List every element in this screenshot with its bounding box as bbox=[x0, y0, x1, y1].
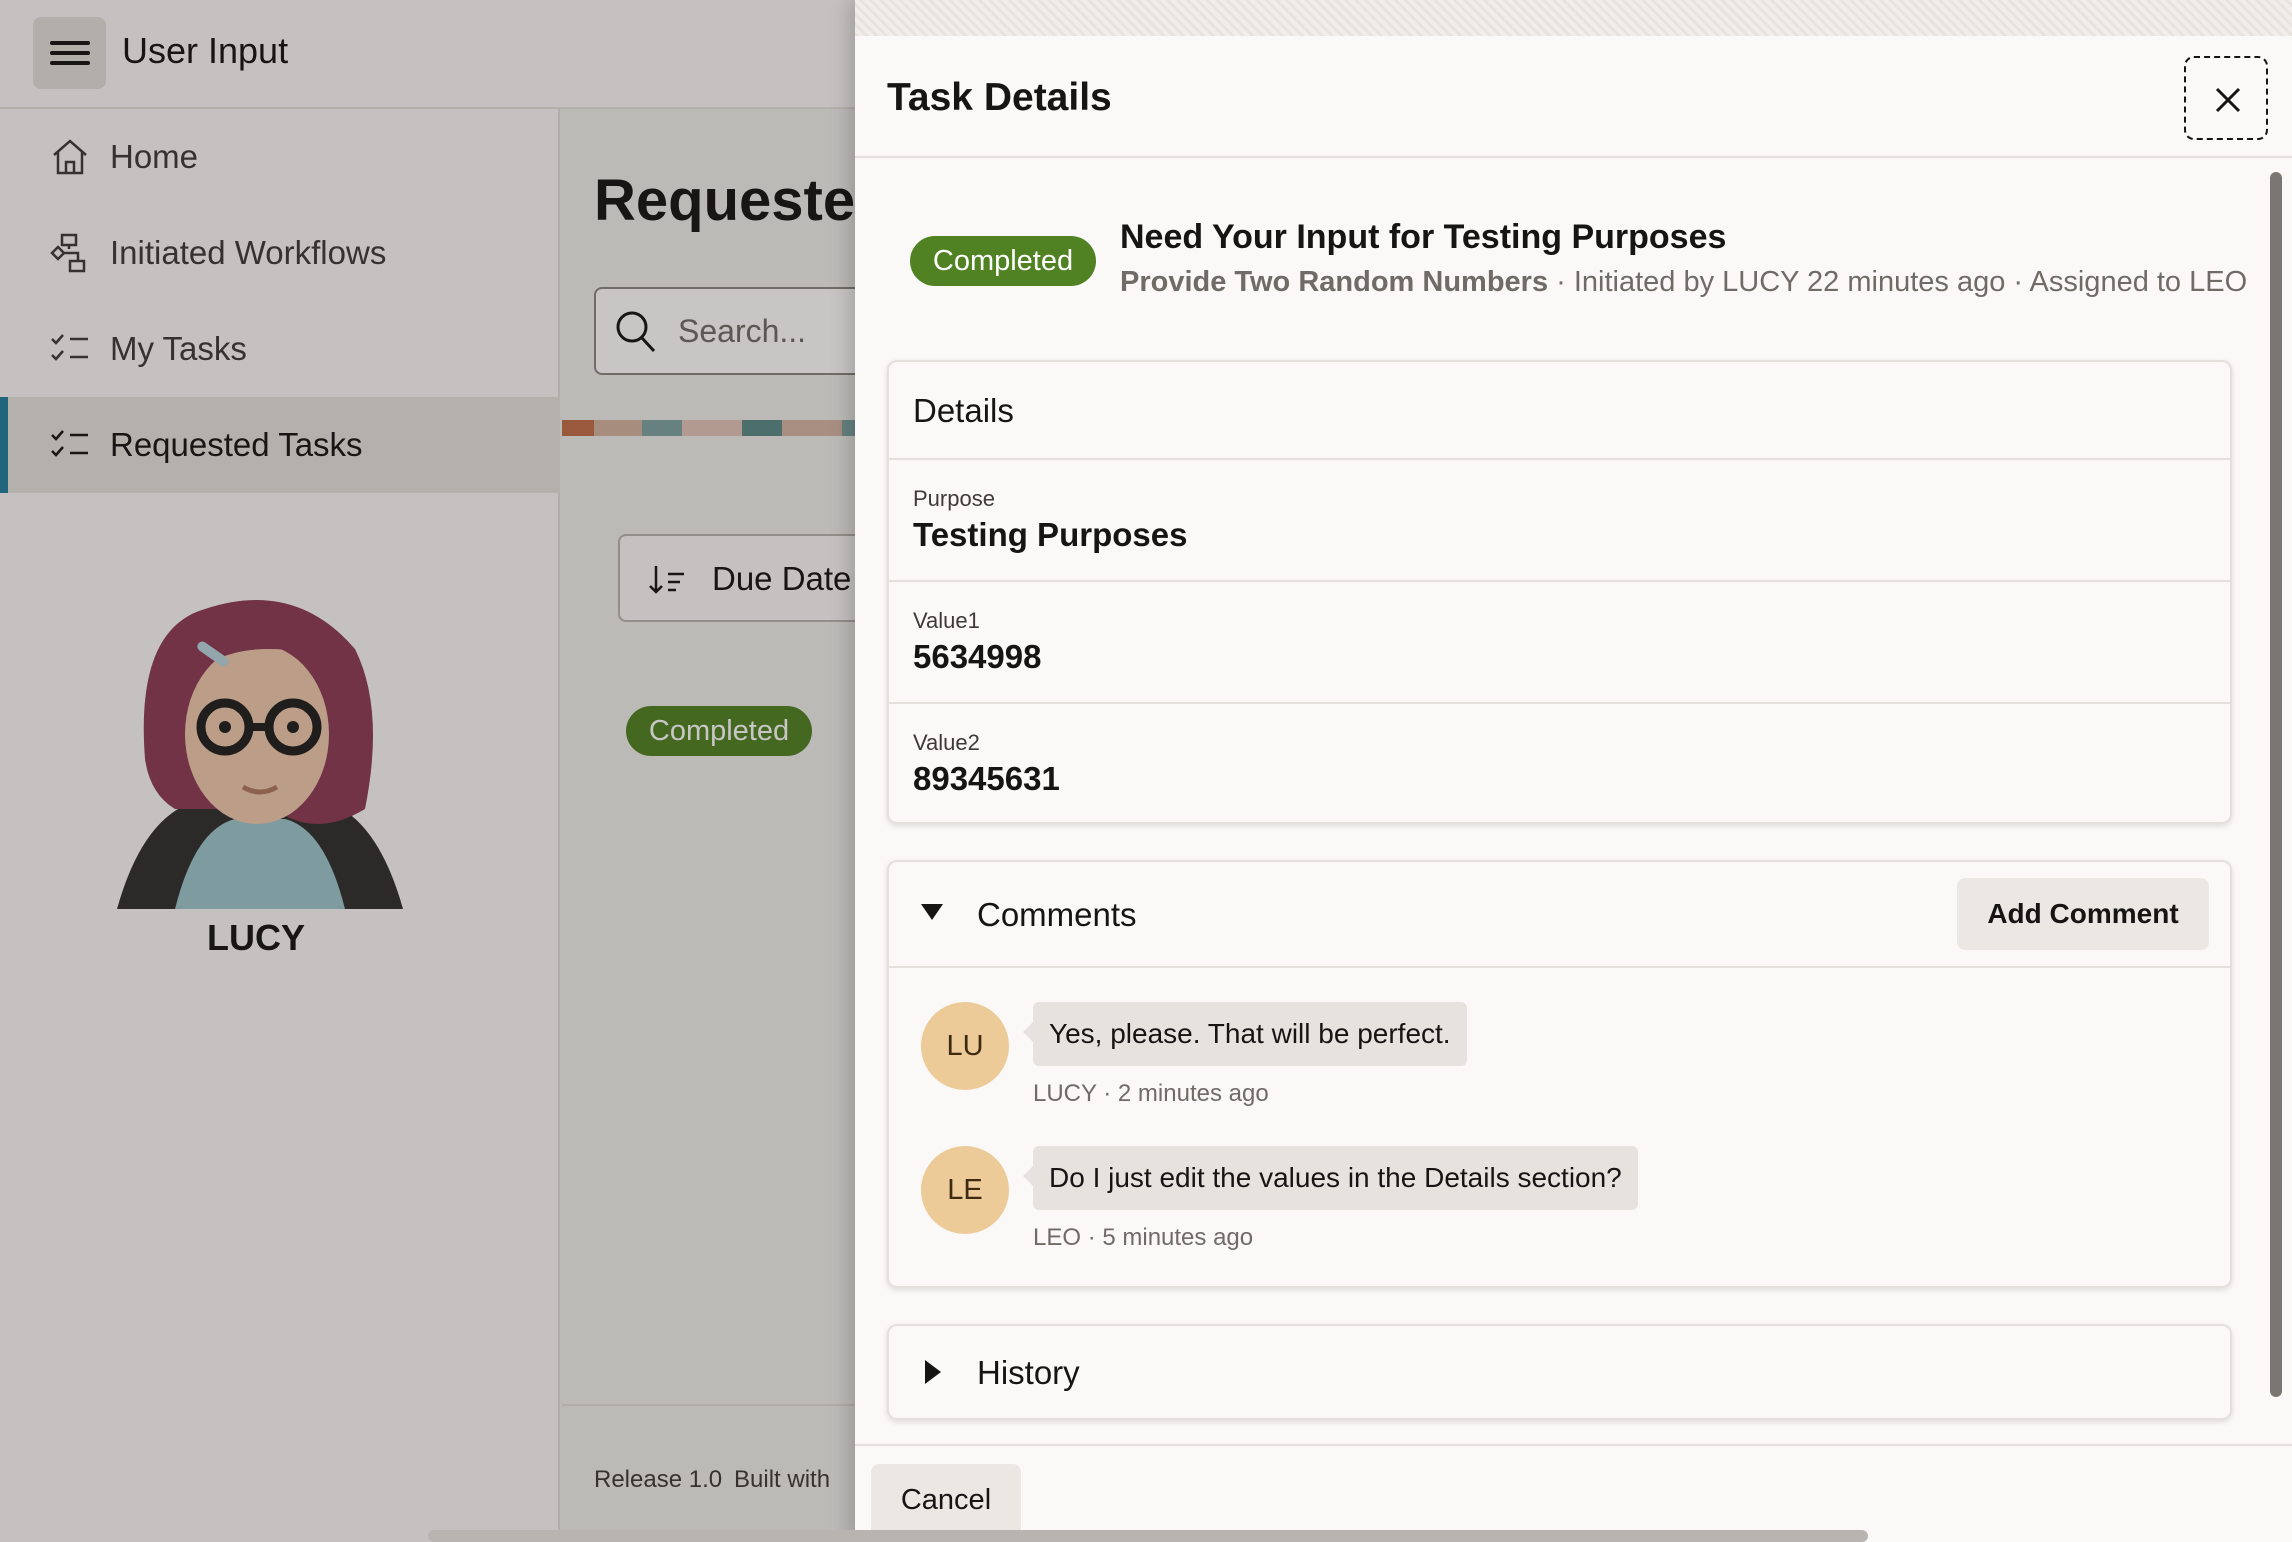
drawer-top-strip bbox=[855, 0, 2292, 36]
comment-item: LE Do I just edit the values in the Deta… bbox=[889, 1146, 2230, 1286]
drawer-header: Task Details bbox=[855, 36, 2292, 158]
drawer-title: Task Details bbox=[887, 76, 1112, 119]
detail-field-value2: Value2 89345631 bbox=[889, 702, 2230, 824]
comment-text: Do I just edit the values in the Details… bbox=[1023, 1146, 1638, 1210]
horizontal-scrollbar[interactable] bbox=[428, 1530, 1868, 1542]
workflow-name: Provide Two Random Numbers bbox=[1120, 266, 1549, 298]
drawer-footer: Cancel bbox=[855, 1444, 2292, 1542]
task-title: Need Your Input for Testing Purposes bbox=[1120, 218, 1727, 256]
avatar: LU bbox=[921, 1002, 1009, 1090]
comments-header[interactable]: Comments Add Comment bbox=[889, 862, 2230, 968]
caret-right-icon[interactable] bbox=[925, 1360, 941, 1384]
details-card: Details Purpose Testing Purposes Value1 … bbox=[887, 360, 2232, 824]
close-icon bbox=[2215, 87, 2241, 113]
drawer-body: Completed Need Your Input for Testing Pu… bbox=[855, 160, 2265, 1444]
comment-meta: LUCY · 2 minutes ago bbox=[1033, 1080, 1269, 1107]
comments-title: Comments bbox=[977, 896, 1137, 933]
field-value: Testing Purposes bbox=[913, 516, 1188, 553]
history-title: History bbox=[977, 1354, 1080, 1391]
status-badge: Completed bbox=[910, 236, 1096, 286]
caret-down-icon[interactable] bbox=[921, 904, 943, 922]
field-label: Purpose bbox=[913, 486, 995, 511]
modal-overlay[interactable] bbox=[0, 0, 855, 1542]
field-label: Value1 bbox=[913, 608, 980, 633]
task-subtitle: Provide Two Random Numbers · Initiated b… bbox=[1120, 266, 2247, 299]
comment-item: LU Yes, please. That will be perfect. LU… bbox=[889, 1002, 2230, 1142]
avatar: LE bbox=[921, 1146, 1009, 1234]
detail-field-value1: Value1 5634998 bbox=[889, 580, 2230, 702]
detail-field-purpose: Purpose Testing Purposes bbox=[889, 458, 2230, 580]
vertical-scrollbar[interactable] bbox=[2270, 172, 2282, 1397]
comments-card: Comments Add Comment LU Yes, please. Tha… bbox=[887, 860, 2232, 1288]
task-details-drawer: Task Details Completed Need Your Input f… bbox=[855, 0, 2292, 1542]
close-button[interactable] bbox=[2184, 56, 2268, 140]
field-value: 5634998 bbox=[913, 638, 1042, 675]
comment-meta: LEO · 5 minutes ago bbox=[1033, 1224, 1254, 1251]
details-title: Details bbox=[913, 392, 1014, 429]
add-comment-button[interactable]: Add Comment bbox=[1957, 878, 2209, 950]
task-meta: · Initiated by LUCY 22 minutes ago · Ass… bbox=[1548, 266, 2248, 298]
field-value: 89345631 bbox=[913, 760, 1060, 797]
comment-text: Yes, please. That will be perfect. bbox=[1023, 1002, 1467, 1066]
cancel-button[interactable]: Cancel bbox=[871, 1464, 1021, 1536]
history-card[interactable]: History bbox=[887, 1324, 2232, 1420]
field-label: Value2 bbox=[913, 730, 980, 755]
